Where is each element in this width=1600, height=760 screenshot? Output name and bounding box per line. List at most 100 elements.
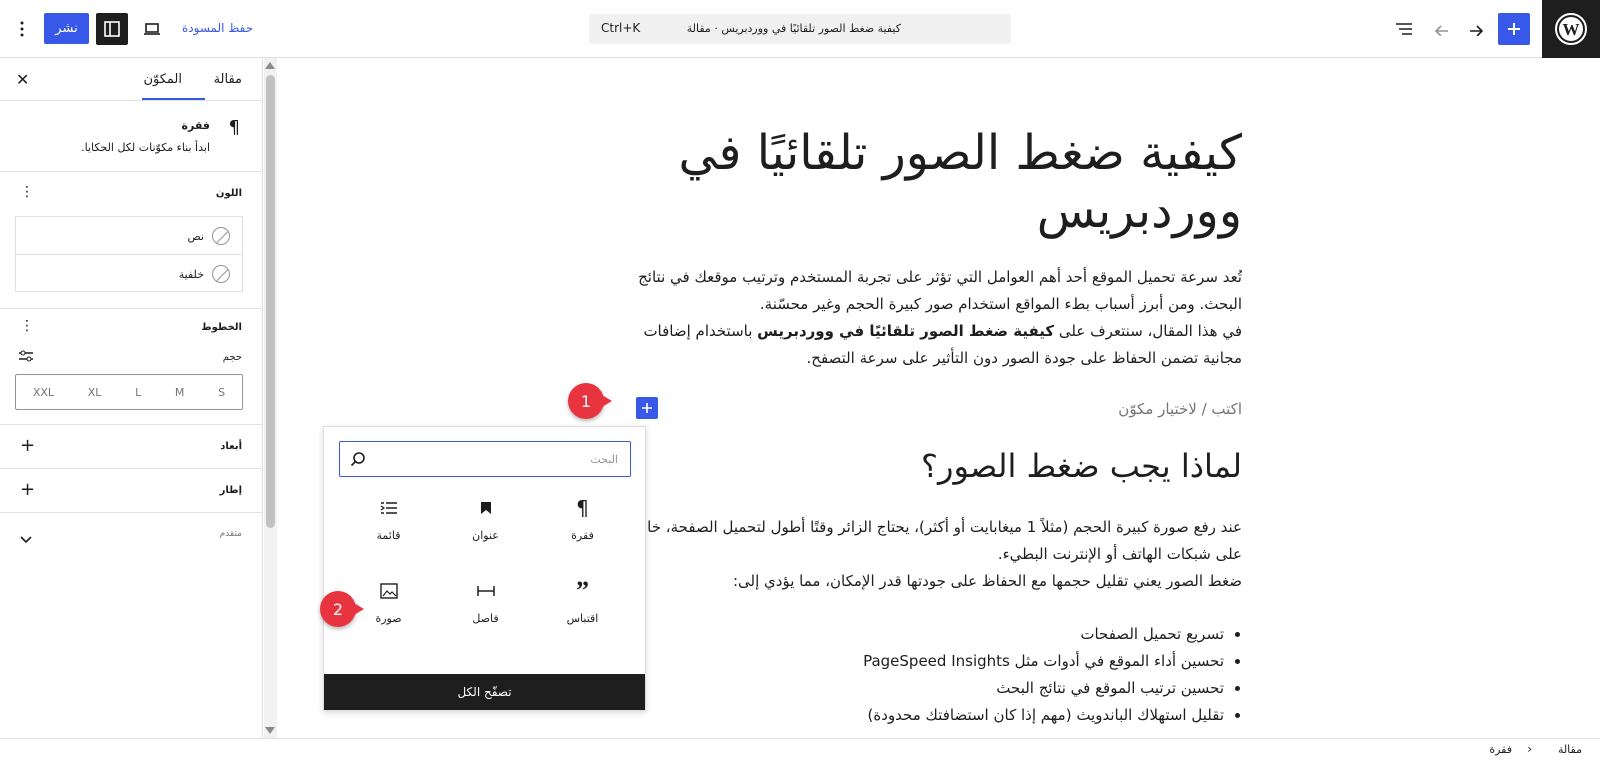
annotation-badge-2: 2: [320, 591, 364, 627]
empty-block-placeholder[interactable]: اكتب / لاختيار مكوّن: [622, 400, 1242, 418]
dimensions-title: أبعاد: [220, 441, 242, 452]
background-color-row[interactable]: خلفية: [16, 255, 242, 293]
settings-sidebar: مقالة المكوّن ✕ ¶ فقرة ابدأ بناء مكوّنات…: [0, 58, 263, 738]
block-inserter-popover: البحث ¶ فقرة عنوان قائمة ” اقتباس فاصل ص…: [323, 426, 646, 711]
shortcut-hint: Ctrl+K: [601, 21, 641, 35]
chevron-down-icon: [20, 529, 32, 548]
block-item-list[interactable]: قائمة: [340, 493, 437, 573]
list-icon: [340, 493, 437, 523]
text-color-row[interactable]: نص: [16, 217, 242, 255]
font-size-picker: XXL XL L M S: [15, 374, 243, 410]
redo-button[interactable]: [1461, 13, 1493, 45]
color-section-title: اللون: [215, 188, 242, 199]
breadcrumb-paragraph[interactable]: فقرة: [1489, 743, 1512, 756]
plus-icon: +: [20, 435, 36, 456]
no-color-swatch-icon: [212, 265, 230, 283]
bookmark-icon: [437, 493, 534, 523]
size-option-l[interactable]: L: [135, 386, 141, 399]
command-palette-bar[interactable]: كيفية ضغط الصور تلقائيًا في ووردبريس · م…: [589, 14, 1011, 44]
tab-post[interactable]: مقالة: [214, 72, 242, 87]
block-search-input[interactable]: البحث: [339, 441, 631, 477]
plus-icon: [642, 403, 652, 413]
block-item-separator[interactable]: فاصل: [437, 576, 534, 656]
scroll-down-arrow-icon[interactable]: [265, 727, 275, 734]
post-title[interactable]: كيفية ضغط الصور تلقائيًا في ووردبريس: [622, 124, 1242, 240]
custom-size-button[interactable]: [18, 348, 34, 367]
settings-sidebar-toggle-button[interactable]: [96, 13, 128, 45]
size-option-m[interactable]: M: [175, 386, 185, 399]
color-options-button[interactable]: ⋮: [20, 184, 34, 200]
block-item-label: فقرة: [571, 529, 594, 542]
intro-line-1: تُعد سرعة تحميل الموقع أحد أهم العوامل ا…: [638, 268, 1242, 313]
block-item-quote[interactable]: ” اقتباس: [534, 576, 631, 656]
typography-section-title: الخطوط: [201, 322, 242, 333]
dimensions-panel-toggle[interactable]: أبعاد +: [0, 424, 262, 468]
block-item-heading[interactable]: عنوان: [437, 493, 534, 573]
list-item: تحسين ترتيب الموقع في نتائج البحث: [622, 675, 1224, 702]
paragraph-icon: ¶: [576, 496, 589, 520]
typography-options-button[interactable]: ⋮: [20, 318, 34, 334]
document-title: كيفية ضغط الصور تلقائيًا في ووردبريس · م…: [686, 22, 901, 35]
block-description: ابدأ بناء مكوّنات لكل الحكايا.: [81, 141, 210, 154]
size-option-xxl[interactable]: XXL: [33, 386, 54, 399]
benefits-list[interactable]: تسريع تحميل الصفحات تحسين أداء الموقع في…: [622, 621, 1242, 729]
font-size-label: حجم: [222, 352, 242, 363]
breadcrumb-post[interactable]: مقالة: [1558, 743, 1582, 756]
block-item-label: قائمة: [376, 529, 401, 542]
no-color-swatch-icon: [212, 227, 230, 245]
separator-icon: [437, 576, 534, 606]
list-item: تحسين أداء الموقع في أدوات مثل PageSpeed…: [622, 648, 1224, 675]
intro-bold-text: كيفية ضغط الصور تلقائيًا في ووردبريس: [757, 322, 1055, 340]
options-menu-button[interactable]: [12, 13, 32, 45]
inline-inserter-button[interactable]: [636, 397, 658, 419]
close-icon: ✕: [16, 70, 30, 89]
paragraph-line-1: عند رفع صورة كبيرة الحجم (مثلاً 1 ميغابا…: [626, 518, 1242, 563]
intro-text: في هذا المقال، سنتعرف على: [1054, 322, 1242, 340]
active-tab-indicator: [142, 98, 205, 100]
block-item-label: اقتباس: [566, 612, 599, 625]
undo-button[interactable]: [1425, 13, 1457, 45]
editor-app: W كيفية ضغط الصور تلقائيًا في ووردبريس ·…: [0, 0, 1600, 760]
annotation-badge-1: 1: [568, 383, 612, 419]
advanced-title: متقدم: [219, 529, 242, 539]
section-heading[interactable]: لماذا يجب ضغط الصور؟: [622, 444, 1242, 488]
quote-icon: ”: [576, 576, 589, 605]
search-icon: [350, 451, 366, 471]
section-paragraph[interactable]: عند رفع صورة كبيرة الحجم (مثلاً 1 ميغابا…: [622, 514, 1242, 595]
scrollbar-thumb[interactable]: [266, 75, 275, 528]
device-preview-button[interactable]: [136, 13, 168, 45]
block-item-label: فاصل: [472, 612, 499, 625]
svg-text:W: W: [1563, 20, 1580, 39]
laptop-icon: [144, 23, 160, 35]
intro-paragraph[interactable]: تُعد سرعة تحميل الموقع أحد أهم العوامل ا…: [622, 264, 1242, 372]
settings-sliders-icon: [19, 350, 33, 362]
scroll-up-arrow-icon[interactable]: [265, 62, 275, 69]
size-option-s[interactable]: S: [218, 386, 225, 399]
list-item: تسريع تحميل الصفحات: [622, 621, 1224, 648]
breadcrumb: مقالة ‹ فقرة: [0, 738, 1600, 760]
browse-all-button[interactable]: تصفّح الكل: [324, 674, 645, 710]
tab-block[interactable]: المكوّن: [143, 72, 182, 87]
chevron-left-icon: ‹: [1527, 742, 1532, 756]
more-vertical-icon: ⋮: [20, 318, 34, 334]
redo-icon: [1470, 25, 1484, 36]
advanced-panel-toggle[interactable]: متقدم: [0, 512, 262, 556]
block-item-paragraph[interactable]: ¶ فقرة: [534, 493, 631, 573]
block-grid: ¶ فقرة عنوان قائمة ” اقتباس فاصل صورة: [339, 493, 631, 653]
wordpress-logo-icon[interactable]: W: [1542, 0, 1600, 58]
close-sidebar-button[interactable]: ✕: [16, 70, 29, 89]
publish-button[interactable]: نشر: [44, 13, 89, 44]
size-option-xl[interactable]: XL: [88, 386, 102, 399]
save-draft-button[interactable]: حفظ المسودة: [182, 21, 253, 35]
block-card: ¶ فقرة ابدأ بناء مكوّنات لكل الحكايا.: [0, 101, 262, 172]
border-title: إطار: [219, 485, 242, 496]
block-inserter-toggle-button[interactable]: [1498, 13, 1530, 45]
color-panel: نص خلفية: [15, 216, 243, 292]
border-panel-toggle[interactable]: إطار +: [0, 468, 262, 512]
document-overview-button[interactable]: [1388, 13, 1420, 45]
search-placeholder: البحث: [590, 453, 618, 466]
undo-icon: [1434, 25, 1448, 36]
list-view-icon: [1396, 23, 1412, 35]
text-color-label: نص: [187, 230, 204, 243]
more-vertical-icon: ⋮: [20, 184, 34, 200]
